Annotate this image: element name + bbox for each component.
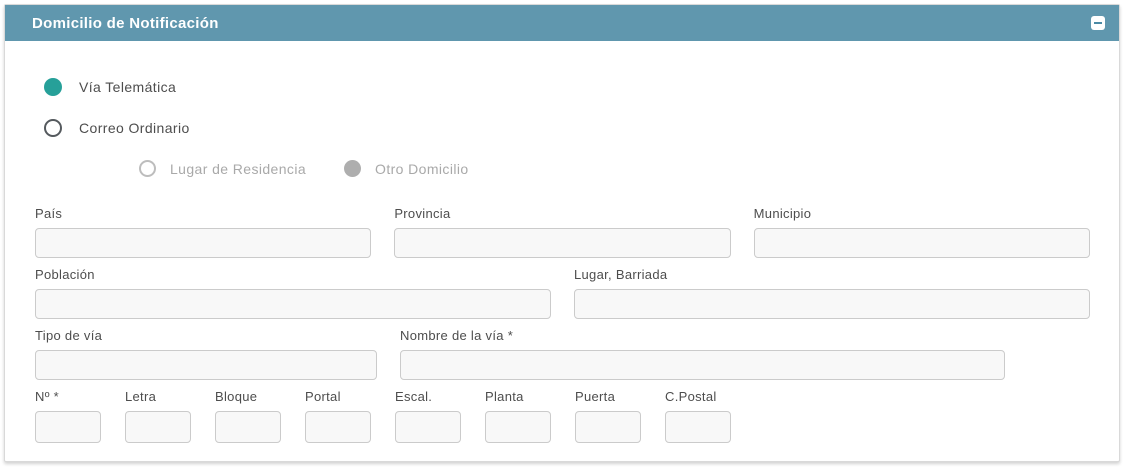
- radio-label-otro-domicilio: Otro Domicilio: [375, 161, 469, 177]
- numero-label: Nº *: [35, 389, 101, 404]
- lugar-barriada-input[interactable]: [574, 289, 1090, 319]
- nombre-via-label: Nombre de la vía *: [400, 328, 1005, 343]
- address-form: País Provincia Municipio Población: [35, 206, 1090, 443]
- field-provincia: Provincia: [394, 206, 730, 258]
- lugar-barriada-label: Lugar, Barriada: [574, 267, 1090, 282]
- poblacion-input[interactable]: [35, 289, 551, 319]
- provincia-label: Provincia: [394, 206, 730, 221]
- field-cpostal: C.Postal: [665, 389, 731, 443]
- radio-label-correo-ordinario: Correo Ordinario: [79, 120, 190, 136]
- planta-label: Planta: [485, 389, 551, 404]
- field-bloque: Bloque: [215, 389, 281, 443]
- numero-input[interactable]: [35, 411, 101, 443]
- cpostal-input[interactable]: [665, 411, 731, 443]
- pais-label: País: [35, 206, 371, 221]
- tipo-via-input[interactable]: [35, 350, 377, 380]
- portal-label: Portal: [305, 389, 371, 404]
- radio-selected-icon[interactable]: [44, 78, 62, 96]
- collapse-panel-button[interactable]: [1091, 16, 1105, 30]
- field-pais: País: [35, 206, 371, 258]
- notification-method-radio-group: Vía Telemática Correo Ordinario Lugar de…: [44, 78, 1090, 177]
- form-row-4: Nº * Letra Bloque Portal Escal.: [35, 389, 1090, 443]
- cpostal-label: C.Postal: [665, 389, 731, 404]
- panel-body: Vía Telemática Correo Ordinario Lugar de…: [5, 78, 1119, 443]
- portal-input[interactable]: [305, 411, 371, 443]
- minus-icon: [1094, 22, 1102, 24]
- radio-unselected-icon[interactable]: [44, 119, 62, 137]
- panel-title: Domicilio de Notificación: [32, 15, 1091, 32]
- radio-option-otro-domicilio: Otro Domicilio: [344, 160, 469, 177]
- field-poblacion: Población: [35, 267, 551, 319]
- poblacion-label: Población: [35, 267, 551, 282]
- provincia-input[interactable]: [394, 228, 730, 258]
- field-escal: Escal.: [395, 389, 461, 443]
- field-puerta: Puerta: [575, 389, 641, 443]
- escal-label: Escal.: [395, 389, 461, 404]
- field-lugar-barriada: Lugar, Barriada: [574, 267, 1090, 319]
- bloque-label: Bloque: [215, 389, 281, 404]
- puerta-input[interactable]: [575, 411, 641, 443]
- radio-label-lugar-residencia: Lugar de Residencia: [170, 161, 306, 177]
- form-row-3: Tipo de vía Nombre de la vía *: [35, 328, 1090, 380]
- planta-input[interactable]: [485, 411, 551, 443]
- radio-option-via-telematica[interactable]: Vía Telemática: [44, 78, 1090, 96]
- letra-label: Letra: [125, 389, 191, 404]
- puerta-label: Puerta: [575, 389, 641, 404]
- letra-input[interactable]: [125, 411, 191, 443]
- nombre-via-input[interactable]: [400, 350, 1005, 380]
- form-row-2: Población Lugar, Barriada: [35, 267, 1090, 319]
- municipio-input[interactable]: [754, 228, 1090, 258]
- field-portal: Portal: [305, 389, 371, 443]
- field-planta: Planta: [485, 389, 551, 443]
- radio-option-correo-ordinario[interactable]: Correo Ordinario: [44, 119, 1090, 137]
- radio-disabled-unselected-icon: [139, 160, 156, 177]
- field-tipo-via: Tipo de vía: [35, 328, 377, 380]
- field-municipio: Municipio: [754, 206, 1090, 258]
- tipo-via-label: Tipo de vía: [35, 328, 377, 343]
- field-numero: Nº *: [35, 389, 101, 443]
- field-nombre-via: Nombre de la vía *: [400, 328, 1005, 380]
- correo-sub-radio-group: Lugar de Residencia Otro Domicilio: [139, 160, 1090, 177]
- radio-label-via-telematica: Vía Telemática: [79, 79, 176, 95]
- form-row-1: País Provincia Municipio: [35, 206, 1090, 258]
- bloque-input[interactable]: [215, 411, 281, 443]
- escal-input[interactable]: [395, 411, 461, 443]
- domicilio-notificacion-panel: Domicilio de Notificación Vía Telemática…: [4, 4, 1120, 462]
- pais-input[interactable]: [35, 228, 371, 258]
- radio-option-lugar-residencia: Lugar de Residencia: [139, 160, 306, 177]
- municipio-label: Municipio: [754, 206, 1090, 221]
- panel-header: Domicilio de Notificación: [5, 5, 1119, 41]
- field-letra: Letra: [125, 389, 191, 443]
- radio-disabled-selected-icon: [344, 160, 361, 177]
